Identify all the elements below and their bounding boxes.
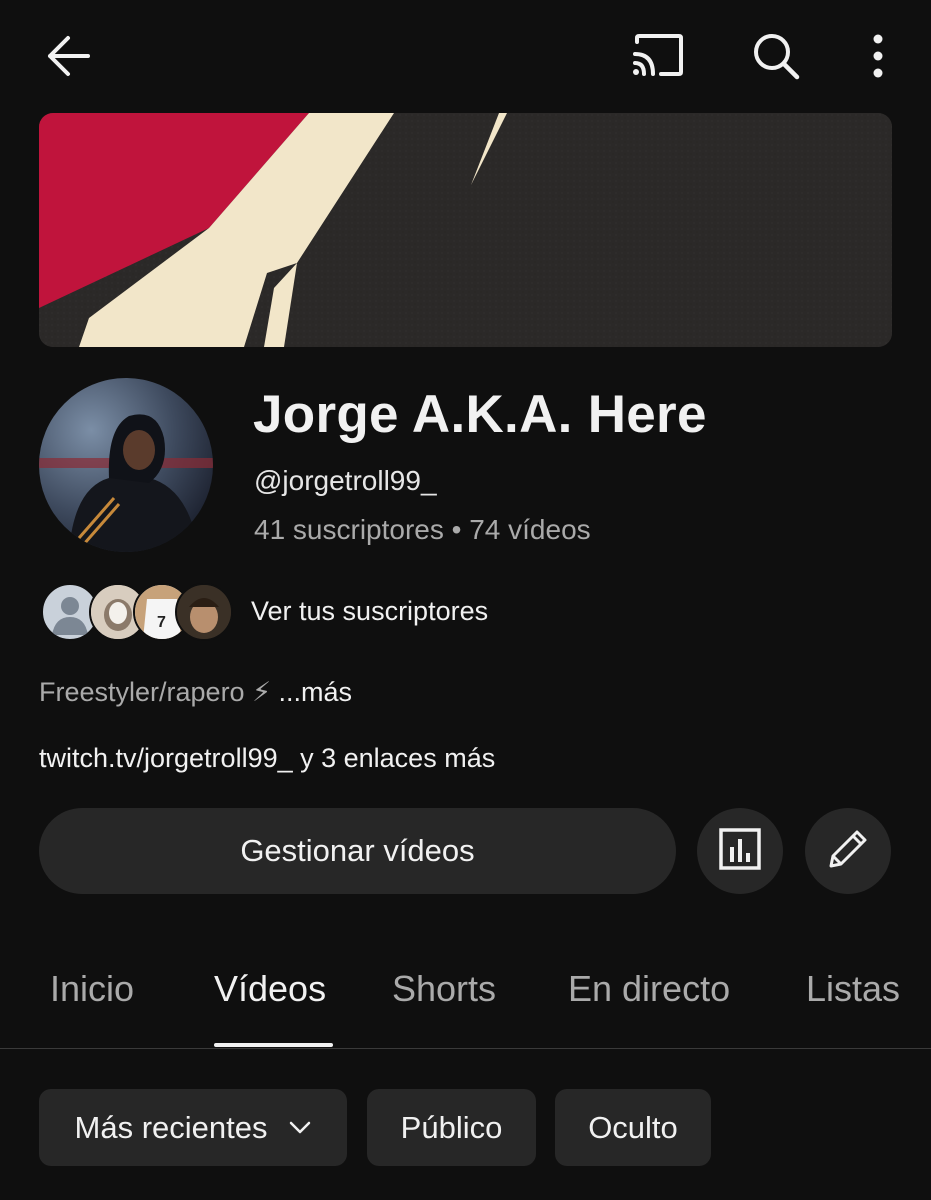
channel-avatar[interactable]	[39, 378, 213, 552]
tab-en-directo[interactable]: En directo	[568, 968, 730, 1010]
arrow-back-icon	[44, 34, 92, 83]
analytics-button[interactable]	[697, 808, 783, 894]
channel-stats: 41 suscriptores • 74 vídeos	[254, 514, 591, 545]
search-button[interactable]	[738, 20, 814, 96]
pencil-icon	[825, 826, 871, 877]
more-options-button[interactable]	[840, 20, 916, 96]
tab-videos[interactable]: Vídeos	[214, 968, 326, 1010]
cast-button[interactable]	[620, 20, 696, 96]
chevron-down-icon	[289, 1121, 311, 1135]
more-vert-icon	[871, 34, 885, 83]
analytics-icon	[718, 827, 762, 876]
view-subscribers-link[interactable]: Ver tus suscriptores	[251, 596, 488, 627]
description-more-link[interactable]: ...más	[279, 677, 353, 707]
description-text: Freestyler/rapero ⚡	[39, 677, 272, 707]
sort-dropdown[interactable]: Más recientes	[39, 1089, 347, 1166]
edit-channel-button[interactable]	[805, 808, 891, 894]
channel-description[interactable]: Freestyler/rapero ⚡ ...más	[39, 677, 352, 708]
cast-icon	[631, 33, 685, 83]
subscriber-avatar[interactable]	[175, 583, 233, 641]
tab-inicio[interactable]: Inicio	[50, 968, 134, 1010]
channel-name: Jorge A.K.A. Here	[253, 385, 707, 444]
channel-tabs: Inicio Vídeos Shorts En directo Listas	[0, 940, 931, 1049]
tab-listas[interactable]: Listas	[806, 968, 900, 1010]
search-icon	[751, 31, 801, 86]
active-tab-indicator	[214, 1043, 333, 1047]
sort-label: Más recientes	[74, 1109, 268, 1145]
tab-shorts[interactable]: Shorts	[392, 968, 496, 1010]
manage-videos-button[interactable]: Gestionar vídeos	[39, 808, 676, 894]
filter-hidden-chip[interactable]: Oculto	[555, 1089, 711, 1166]
channel-banner	[39, 113, 892, 347]
channel-handle: @jorgetroll99_	[254, 465, 437, 496]
svg-text:7: 7	[157, 614, 166, 631]
channel-links[interactable]: twitch.tv/jorgetroll99_ y 3 enlaces más	[39, 743, 495, 774]
back-button[interactable]	[30, 20, 106, 96]
filter-public-chip[interactable]: Público	[367, 1089, 536, 1166]
